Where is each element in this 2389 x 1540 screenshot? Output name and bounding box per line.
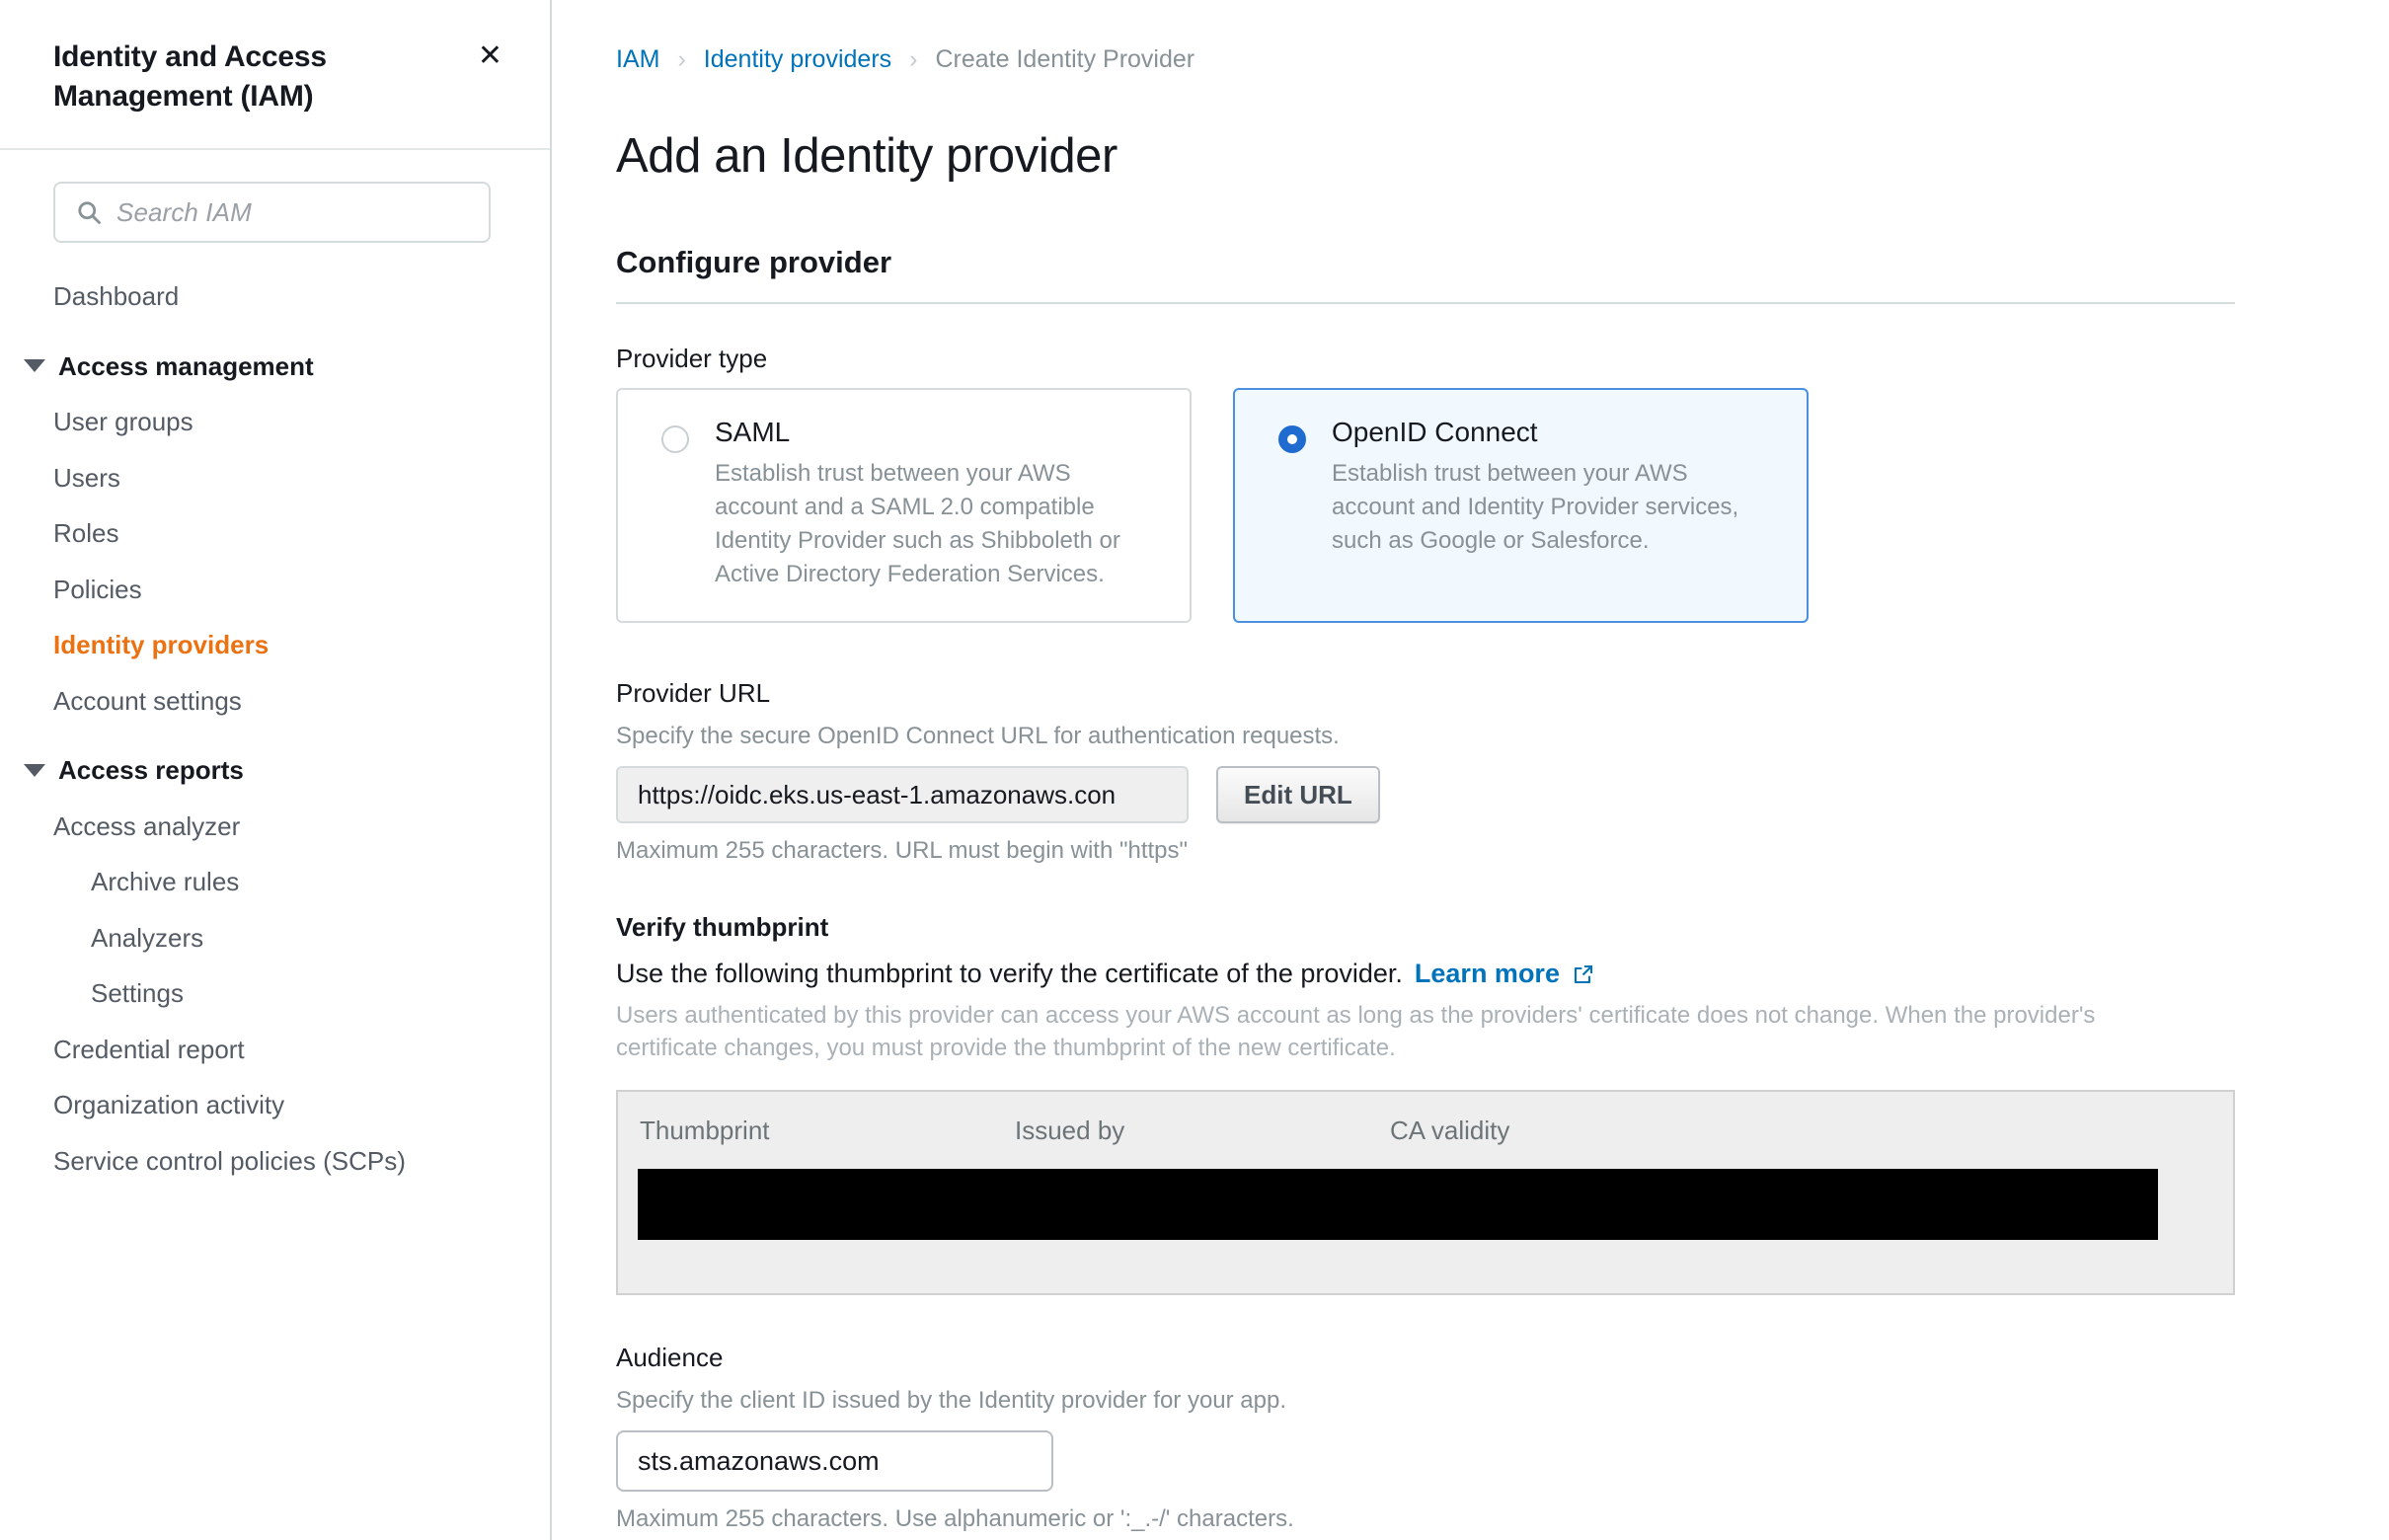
audience-label: Audience [616,1343,2389,1373]
sidebar-title: Identity and Access Management (IAM) [53,38,409,116]
provider-type-options: SAML Establish trust between your AWS ac… [616,388,2389,623]
chevron-down-icon [24,359,45,372]
provider-type-title-saml: SAML [715,418,1160,448]
breadcrumb-item-current: Create Identity Provider [935,45,1194,74]
iam-create-identity-provider-page: Identity and Access Management (IAM) ✕ S… [0,0,2389,1540]
section-title-configure-provider: Configure provider [616,245,2389,280]
sidebar-body: Search IAM Dashboard Access management U… [0,150,550,1189]
verify-thumbprint-heading: Verify thumbprint [616,912,2389,943]
search-placeholder: Search IAM [116,197,252,228]
audience-hint: Maximum 255 characters. Use alphanumeric… [616,1505,2389,1533]
radio-saml-icon[interactable] [661,425,689,453]
verify-thumbprint-lead-text: Use the following thumbprint to verify t… [616,959,1403,989]
sidebar-item-organization-activity[interactable]: Organization activity [0,1077,550,1133]
column-header-issued-by: Issued by [1015,1116,1390,1146]
sidebar-item-policies[interactable]: Policies [0,562,550,618]
sidebar-item-archive-rules[interactable]: Archive rules [0,854,550,910]
column-header-ca-validity: CA validity [1390,1116,1765,1146]
audience-description: Specify the client ID issued by the Iden… [616,1387,2389,1415]
provider-url-description: Specify the secure OpenID Connect URL fo… [616,723,2389,750]
breadcrumb-item-identity-providers[interactable]: Identity providers [704,45,891,74]
close-icon[interactable]: ✕ [478,41,502,71]
sidebar-group-label: Access management [58,350,314,383]
edit-url-button[interactable]: Edit URL [1216,766,1380,823]
provider-url-input[interactable]: https://oidc.eks.us-east-1.amazonaws.con [616,766,1189,823]
sidebar-header: Identity and Access Management (IAM) ✕ [0,0,550,150]
chevron-down-icon [24,764,45,777]
breadcrumb-separator-icon: › [909,47,917,72]
sidebar-nav: Dashboard Access management User groups … [0,269,550,1189]
table-row [638,1169,2158,1240]
sidebar-search: Search IAM [53,182,497,243]
sidebar-item-account-settings[interactable]: Account settings [0,673,550,730]
page-title: Add an Identity provider [616,128,2389,184]
iam-sidebar: Identity and Access Management (IAM) ✕ S… [0,0,552,1540]
breadcrumb: IAM › Identity providers › Create Identi… [616,39,2389,79]
provider-type-option-saml[interactable]: SAML Establish trust between your AWS ac… [616,388,1192,623]
sidebar-item-roles[interactable]: Roles [0,505,550,562]
sidebar-item-users[interactable]: Users [0,450,550,506]
thumbprint-table: Thumbprint Issued by CA validity [616,1090,2235,1295]
sidebar-item-user-groups[interactable]: User groups [0,394,550,450]
section-divider [616,302,2235,304]
radio-oidc-icon[interactable] [1278,425,1306,453]
learn-more-link[interactable]: Learn more [1415,959,1560,989]
provider-url-hint: Maximum 255 characters. URL must begin w… [616,837,2389,865]
provider-url-row: https://oidc.eks.us-east-1.amazonaws.con… [616,766,2389,823]
thumbprint-table-header: Thumbprint Issued by CA validity [640,1116,2233,1146]
sidebar-item-identity-providers[interactable]: Identity providers [0,617,550,673]
external-link-icon[interactable] [1572,962,1595,986]
main-content: IAM › Identity providers › Create Identi… [552,0,2389,1540]
provider-type-label: Provider type [616,344,2389,374]
breadcrumb-item-iam[interactable]: IAM [616,45,659,74]
verify-thumbprint-subtext: Users authenticated by this provider can… [616,999,2176,1064]
sidebar-item-settings[interactable]: Settings [0,965,550,1022]
sidebar-item-service-control-policies[interactable]: Service control policies (SCPs) [0,1133,550,1190]
search-icon [75,198,103,226]
provider-url-label: Provider URL [616,678,2389,709]
sidebar-group-access-reports[interactable]: Access reports [0,742,550,799]
sidebar-group-label: Access reports [58,754,244,787]
provider-type-option-oidc[interactable]: OpenID Connect Establish trust between y… [1233,388,1809,623]
verify-thumbprint-lead: Use the following thumbprint to verify t… [616,959,2389,989]
search-input[interactable]: Search IAM [53,182,491,243]
column-header-thumbprint: Thumbprint [640,1116,1015,1146]
provider-type-title-oidc: OpenID Connect [1332,418,1777,448]
provider-type-desc-oidc: Establish trust between your AWS account… [1332,457,1777,558]
sidebar-item-credential-report[interactable]: Credential report [0,1022,550,1078]
sidebar-item-access-analyzer[interactable]: Access analyzer [0,799,550,855]
sidebar-item-dashboard[interactable]: Dashboard [0,269,550,325]
sidebar-group-access-management[interactable]: Access management [0,339,550,395]
breadcrumb-separator-icon: › [677,47,685,72]
sidebar-item-analyzers[interactable]: Analyzers [0,910,550,966]
audience-input[interactable]: sts.amazonaws.com [616,1430,1053,1492]
provider-type-desc-saml: Establish trust between your AWS account… [715,457,1160,591]
